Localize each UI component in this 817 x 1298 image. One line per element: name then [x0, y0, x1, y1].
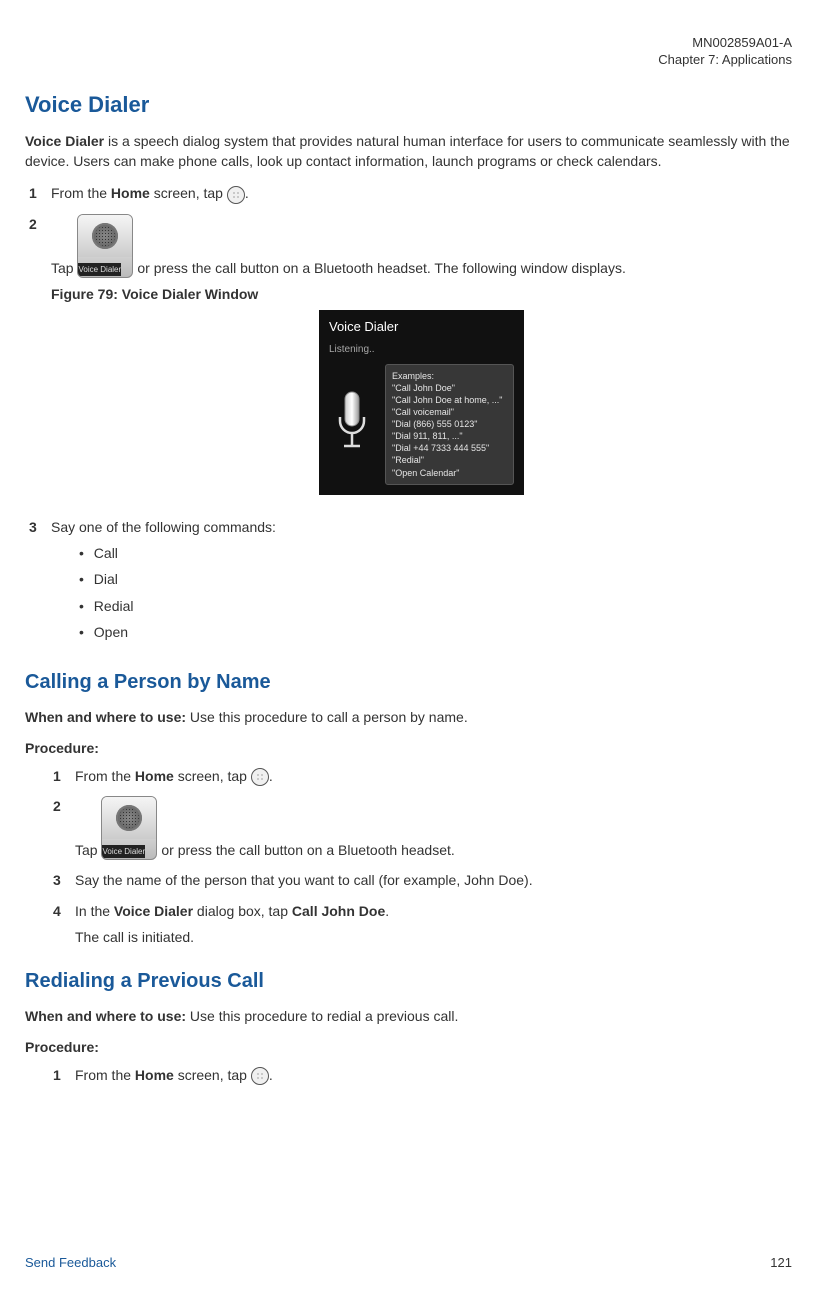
step-number: 3: [53, 870, 75, 890]
step-1: 1 From the Home screen, tap .: [53, 1065, 792, 1085]
procedure-label: Procedure:: [25, 738, 792, 758]
intro-paragraph: Voice Dialer is a speech dialog system t…: [25, 131, 792, 172]
step-number: 2: [53, 796, 75, 816]
cmd-redial: Redial: [79, 596, 792, 616]
vd-ex-item: "Call John Doe at home, ...": [392, 394, 507, 406]
section-title-calling-by-name: Calling a Person by Name: [25, 668, 792, 697]
vd-listening: Listening..: [329, 343, 514, 358]
doc-id: MN002859A01-A: [25, 35, 792, 52]
apps-grid-icon: [227, 186, 245, 204]
step-body: Say the name of the person that you want…: [75, 870, 792, 890]
step-2: 2 Tap Voice Dialer or press the call but…: [29, 214, 792, 507]
step-body: In the Voice Dialer dialog box, tap Call…: [75, 901, 792, 948]
step-4: 4 In the Voice Dialer dialog box, tap Ca…: [53, 901, 792, 948]
steps-redial: 1 From the Home screen, tap .: [25, 1065, 792, 1085]
step-number: 1: [53, 766, 75, 786]
vd-ex-item: "Redial": [392, 454, 507, 466]
step-body: Tap Voice Dialer or press the call butto…: [51, 214, 792, 507]
step-body: From the Home screen, tap .: [75, 766, 792, 786]
voice-dialer-app-icon: Voice Dialer: [77, 214, 133, 278]
voice-dialer-window: Voice Dialer Listening..: [319, 310, 524, 495]
vd-ex-item: "Dial +44 7333 444 555": [392, 442, 507, 454]
intro-bold: Voice Dialer: [25, 133, 104, 149]
step-result: The call is initiated.: [75, 927, 792, 947]
commands-list: Call Dial Redial Open: [51, 543, 792, 642]
intro-text: is a speech dialog system that provides …: [25, 133, 790, 169]
step-body: Tap Voice Dialer or press the call butto…: [75, 796, 792, 860]
step-3: 3 Say the name of the person that you wa…: [53, 870, 792, 890]
step-body: From the Home screen, tap .: [75, 1065, 792, 1085]
vd-ex-item: "Dial (866) 555 0123": [392, 418, 507, 430]
cmd-dial: Dial: [79, 569, 792, 589]
vd-ex-item: "Call voicemail": [392, 406, 507, 418]
step-body: From the Home screen, tap .: [51, 183, 792, 203]
step-number: 2: [29, 214, 51, 234]
step-1: 1 From the Home screen, tap .: [29, 183, 792, 203]
cmd-call: Call: [79, 543, 792, 563]
step-3: 3 Say one of the following commands: Cal…: [29, 517, 792, 648]
figure-caption: Figure 79: Voice Dialer Window: [51, 284, 792, 304]
vd-examples-box: Examples: "Call John Doe" "Call John Doe…: [385, 364, 514, 485]
cmd-open: Open: [79, 622, 792, 642]
step-number: 3: [29, 517, 51, 537]
microphone-icon: [329, 364, 375, 485]
chapter-label: Chapter 7: Applications: [25, 52, 792, 69]
section-title-redial: Redialing a Previous Call: [25, 967, 792, 996]
when-use-1: When and where to use: Use this procedur…: [25, 707, 792, 727]
voice-dialer-app-icon: Voice Dialer: [101, 796, 157, 860]
procedure-label: Procedure:: [25, 1037, 792, 1057]
vd-ex-item: "Call John Doe": [392, 382, 507, 394]
page-footer: Send Feedback 121: [25, 1254, 792, 1273]
step-number: 4: [53, 901, 75, 921]
apps-grid-icon: [251, 1067, 269, 1085]
figure-voice-dialer-window: Voice Dialer Listening..: [51, 310, 792, 495]
send-feedback-link[interactable]: Send Feedback: [25, 1254, 116, 1273]
step-2: 2 Tap Voice Dialer or press the call but…: [53, 796, 792, 860]
step-number: 1: [29, 183, 51, 203]
step-1: 1 From the Home screen, tap .: [53, 766, 792, 786]
steps-call-by-name: 1 From the Home screen, tap . 2 Tap Voic…: [25, 766, 792, 947]
vd-ex-label: Examples:: [392, 370, 507, 382]
vd-ex-item: "Dial 911, 811, ...": [392, 430, 507, 442]
page-header: MN002859A01-A Chapter 7: Applications: [25, 35, 792, 69]
steps-voice-dialer: 1 From the Home screen, tap . 2 Tap Voic…: [25, 183, 792, 648]
vd-title: Voice Dialer: [329, 318, 514, 337]
step-number: 1: [53, 1065, 75, 1085]
vd-ex-item: "Open Calendar": [392, 467, 507, 479]
section-title-voice-dialer: Voice Dialer: [25, 89, 792, 121]
apps-grid-icon: [251, 768, 269, 786]
when-use-2: When and where to use: Use this procedur…: [25, 1006, 792, 1026]
step-body: Say one of the following commands: Call …: [51, 517, 792, 648]
page-number: 121: [770, 1254, 792, 1273]
